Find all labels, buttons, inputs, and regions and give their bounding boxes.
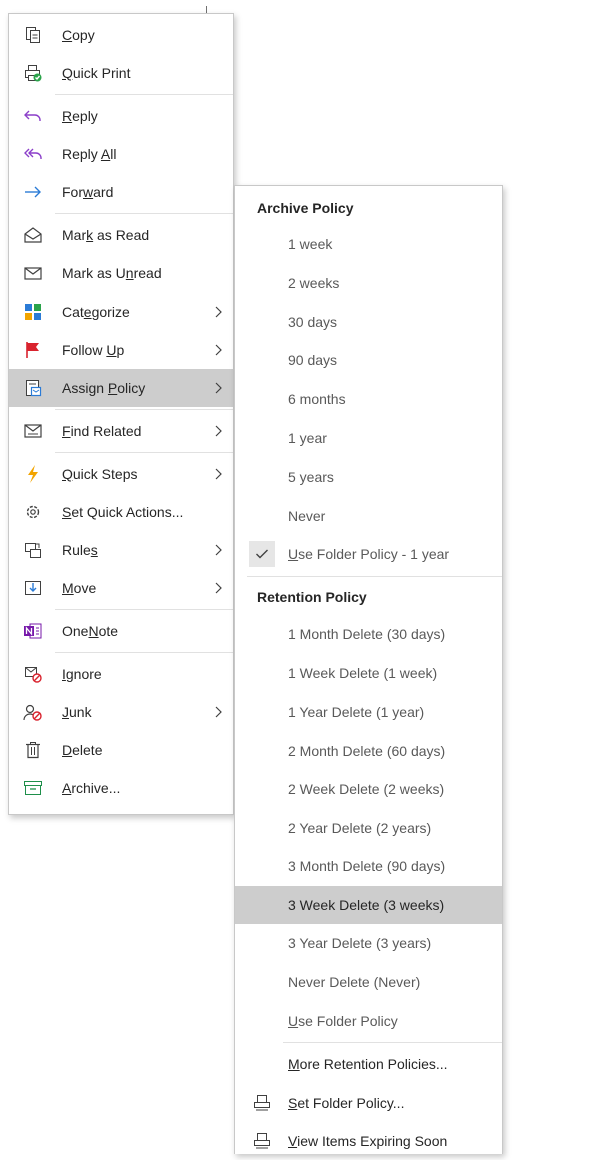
quick-print-icon bbox=[23, 63, 43, 83]
archive-option[interactable]: Never bbox=[235, 497, 502, 535]
retention-option[interactable]: 1 Year Delete (1 year) bbox=[235, 693, 502, 731]
archive-option[interactable]: 5 years bbox=[235, 458, 502, 496]
chevron-right-icon bbox=[215, 306, 222, 318]
checkmark-icon bbox=[249, 541, 275, 567]
retention-option[interactable]: 1 Week Delete (1 week) bbox=[235, 654, 502, 692]
printer-policy-icon bbox=[252, 1093, 272, 1113]
menu-item-delete[interactable]: Delete bbox=[9, 731, 233, 769]
move-icon bbox=[23, 578, 43, 598]
context-menu: Copy Quick Print Reply Reply All Forward bbox=[8, 13, 234, 815]
onenote-icon bbox=[23, 621, 43, 641]
separator bbox=[55, 94, 233, 95]
separator bbox=[283, 1042, 502, 1043]
chevron-right-icon bbox=[215, 425, 222, 437]
separator bbox=[55, 409, 233, 410]
chevron-right-icon bbox=[215, 582, 222, 594]
retention-option[interactable]: 3 Month Delete (90 days) bbox=[235, 847, 502, 885]
menu-item-quick-steps[interactable]: Quick Steps bbox=[9, 455, 233, 493]
menu-item-reply-all[interactable]: Reply All bbox=[9, 135, 233, 173]
chevron-right-icon bbox=[215, 468, 222, 480]
view-items-expiring-soon-item[interactable]: View Items Expiring Soon bbox=[235, 1122, 502, 1160]
lightning-icon bbox=[23, 464, 43, 484]
reply-all-icon bbox=[23, 144, 43, 164]
use-folder-policy-archive-option[interactable]: Use Folder Policy - 1 year bbox=[235, 535, 502, 573]
menu-item-find-related[interactable]: Find Related bbox=[9, 412, 233, 450]
use-folder-policy-retention-option[interactable]: Use Folder Policy bbox=[235, 1002, 502, 1040]
menu-item-mark-as-unread[interactable]: Mark as Unread bbox=[9, 254, 233, 292]
forward-icon bbox=[23, 182, 43, 202]
separator bbox=[55, 452, 233, 453]
separator bbox=[55, 213, 233, 214]
archive-policy-header: Archive Policy bbox=[257, 200, 354, 216]
retention-option[interactable]: Never Delete (Never) bbox=[235, 963, 502, 1001]
chevron-right-icon bbox=[215, 382, 222, 394]
archive-option[interactable]: 30 days bbox=[235, 303, 502, 341]
categorize-icon bbox=[23, 302, 43, 322]
assign-policy-icon bbox=[23, 378, 43, 398]
retention-option-selected[interactable]: 3 Week Delete (3 weeks) bbox=[235, 886, 502, 924]
chevron-right-icon bbox=[215, 706, 222, 718]
flag-icon bbox=[23, 340, 43, 360]
trash-icon bbox=[23, 740, 43, 760]
assign-policy-submenu: Archive Policy 1 week 2 weeks 30 days 90… bbox=[234, 185, 503, 1154]
retention-option[interactable]: 2 Month Delete (60 days) bbox=[235, 732, 502, 770]
menu-item-assign-policy[interactable]: Assign Policy bbox=[9, 369, 233, 407]
envelope-open-icon bbox=[23, 225, 43, 245]
menu-item-copy[interactable]: Copy bbox=[9, 16, 233, 54]
junk-icon bbox=[23, 702, 43, 722]
printer-policy-icon bbox=[252, 1131, 272, 1151]
envelope-icon bbox=[23, 263, 43, 283]
stray-mark bbox=[206, 6, 207, 13]
reply-icon bbox=[23, 106, 43, 126]
menu-item-rules[interactable]: Rules bbox=[9, 531, 233, 569]
menu-item-archive[interactable]: Archive... bbox=[9, 769, 233, 807]
archive-option[interactable]: 2 weeks bbox=[235, 264, 502, 302]
separator bbox=[55, 652, 233, 653]
chevron-right-icon bbox=[215, 344, 222, 356]
more-retention-policies-item[interactable]: More Retention Policies... bbox=[235, 1045, 502, 1083]
copy-icon bbox=[23, 25, 43, 45]
menu-item-follow-up[interactable]: Follow Up bbox=[9, 331, 233, 369]
retention-option[interactable]: 2 Year Delete (2 years) bbox=[235, 809, 502, 847]
menu-item-onenote[interactable]: OneNote bbox=[9, 612, 233, 650]
archive-option[interactable]: 1 year bbox=[235, 419, 502, 457]
menu-item-reply[interactable]: Reply bbox=[9, 97, 233, 135]
retention-policy-header: Retention Policy bbox=[257, 589, 367, 605]
menu-item-mark-as-read[interactable]: Mark as Read bbox=[9, 216, 233, 254]
archive-option[interactable]: 6 months bbox=[235, 380, 502, 418]
menu-item-forward[interactable]: Forward bbox=[9, 173, 233, 211]
retention-option[interactable]: 3 Year Delete (3 years) bbox=[235, 924, 502, 962]
retention-option[interactable]: 1 Month Delete (30 days) bbox=[235, 615, 502, 653]
chevron-right-icon bbox=[215, 544, 222, 556]
separator bbox=[55, 609, 233, 610]
menu-item-set-quick-actions[interactable]: Set Quick Actions... bbox=[9, 493, 233, 531]
rules-icon bbox=[23, 540, 43, 560]
ignore-icon bbox=[23, 664, 43, 684]
archive-option[interactable]: 1 week bbox=[235, 225, 502, 263]
menu-item-move[interactable]: Move bbox=[9, 569, 233, 607]
menu-item-junk[interactable]: Junk bbox=[9, 693, 233, 731]
gear-icon bbox=[23, 502, 43, 522]
menu-item-quick-print[interactable]: Quick Print bbox=[9, 54, 233, 92]
separator bbox=[247, 576, 502, 577]
retention-option[interactable]: 2 Week Delete (2 weeks) bbox=[235, 770, 502, 808]
set-folder-policy-item[interactable]: Set Folder Policy... bbox=[235, 1084, 502, 1122]
find-related-icon bbox=[23, 421, 43, 441]
archive-icon bbox=[23, 778, 43, 798]
archive-option[interactable]: 90 days bbox=[235, 341, 502, 379]
menu-item-ignore[interactable]: Ignore bbox=[9, 655, 233, 693]
menu-item-categorize[interactable]: Categorize bbox=[9, 293, 233, 331]
